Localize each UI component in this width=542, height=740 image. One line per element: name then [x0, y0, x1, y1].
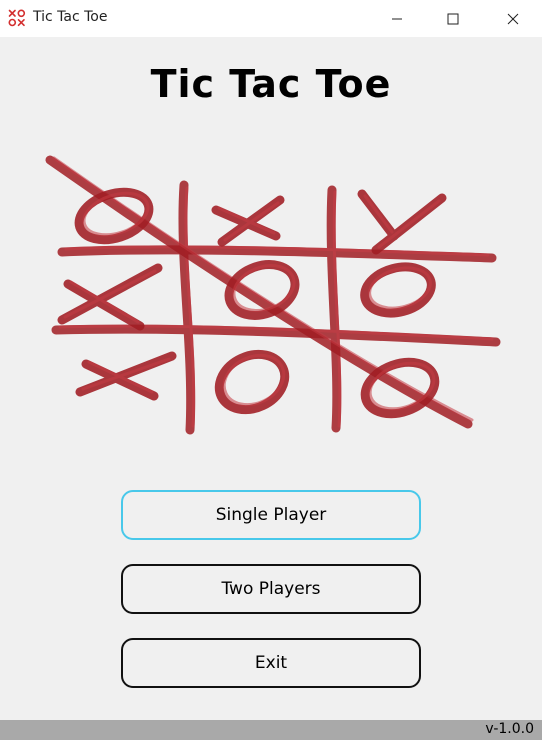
window-title: Tic Tac Toe: [33, 9, 108, 25]
tic-tac-toe-board-illustration: [45, 155, 501, 435]
title-bar: Tic Tac Toe: [0, 0, 542, 37]
exit-button[interactable]: Exit: [121, 638, 421, 688]
app-heading: Tic Tac Toe: [150, 62, 392, 106]
single-player-button[interactable]: Single Player: [121, 490, 421, 540]
minimize-button[interactable]: [374, 0, 420, 37]
maximize-icon: [447, 13, 459, 24]
xo-app-icon: [8, 9, 26, 27]
version-label: v-1.0.0: [485, 721, 534, 737]
minimize-icon: [392, 18, 402, 19]
close-button[interactable]: [490, 0, 536, 37]
close-icon: [507, 13, 519, 24]
status-bar: v-1.0.0: [0, 720, 542, 740]
two-players-button[interactable]: Two Players: [121, 564, 421, 614]
maximize-button[interactable]: [430, 0, 476, 37]
